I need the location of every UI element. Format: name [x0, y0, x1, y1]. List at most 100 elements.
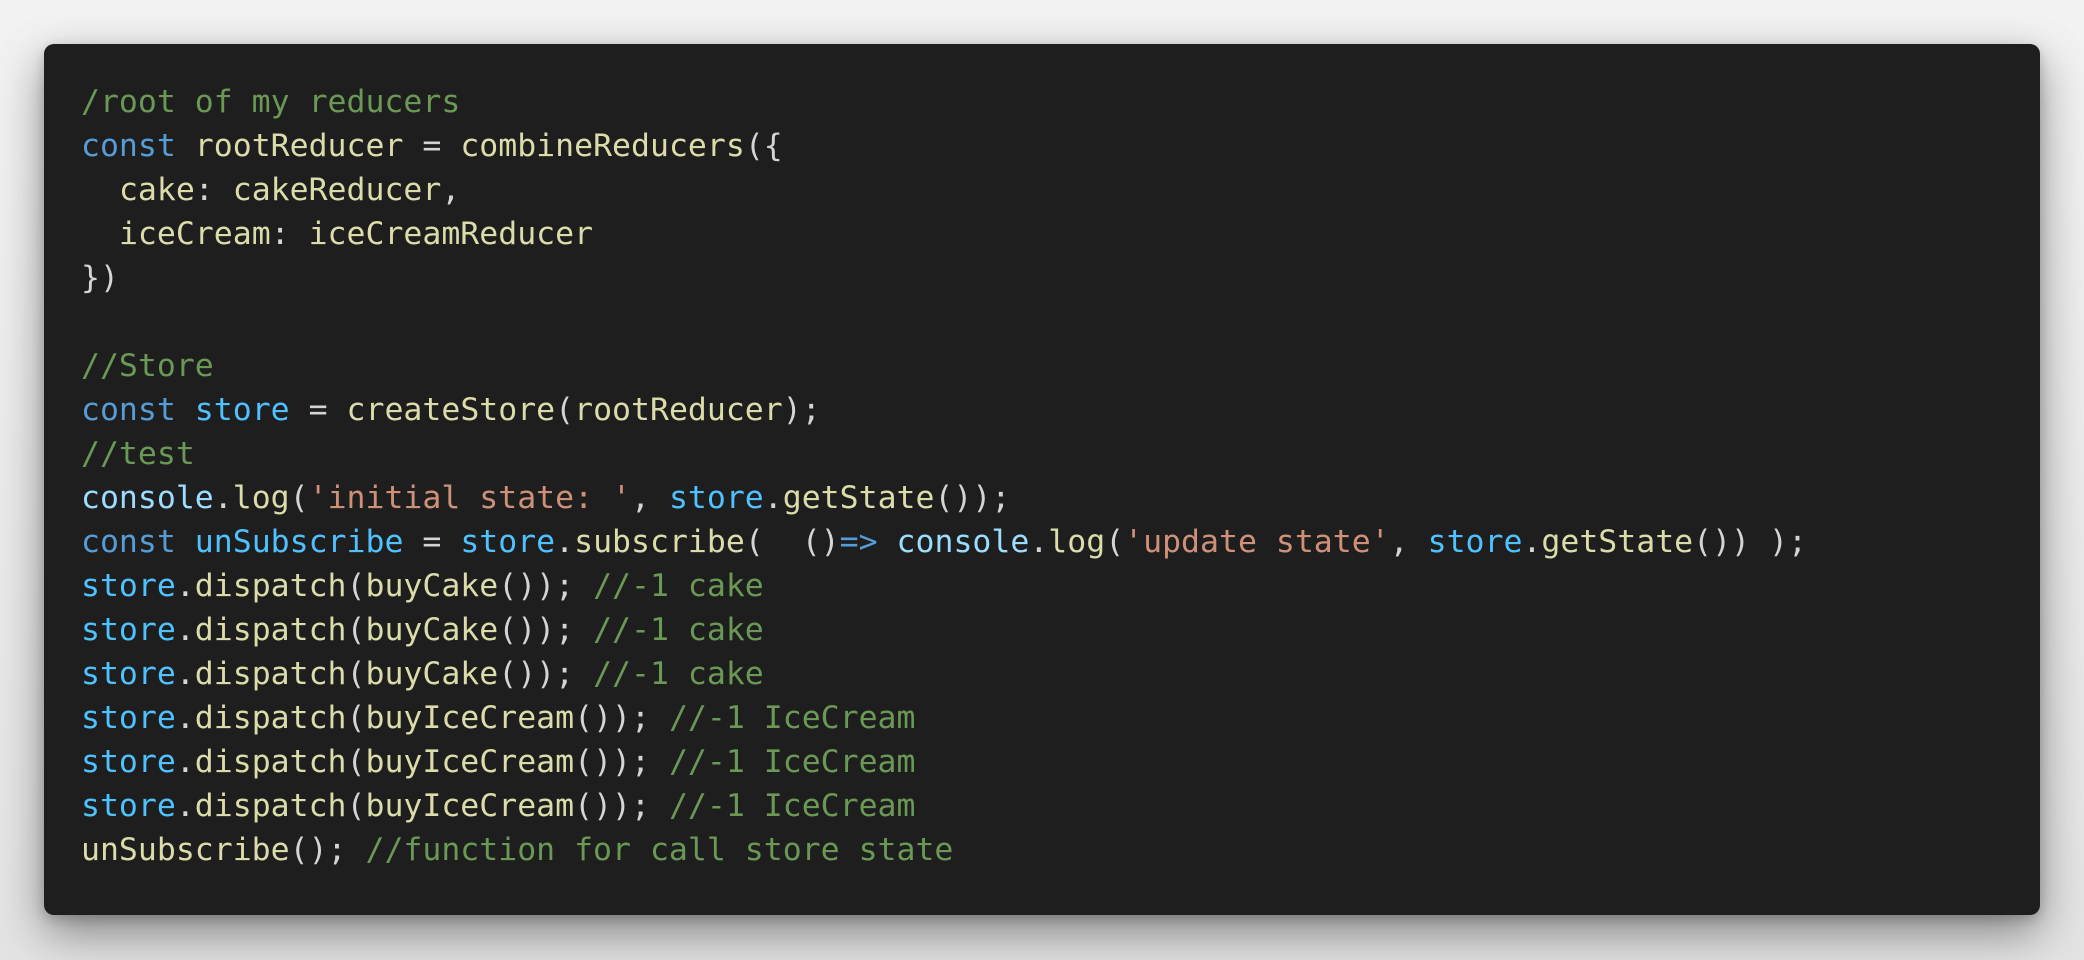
- code-token: ,: [1389, 524, 1428, 560]
- code-token: cakeReducer: [232, 172, 442, 208]
- code-token: .: [175, 656, 195, 692]
- code-line: unSubscribe(); //function for call store…: [81, 828, 1807, 872]
- code-token: ());: [574, 788, 669, 824]
- code-line: cake: cakeReducer,: [81, 168, 1807, 212]
- code-token: .: [175, 700, 195, 736]
- code-line: }): [81, 256, 1807, 300]
- code-token: (: [289, 480, 309, 516]
- code-token: combineReducers: [460, 128, 745, 164]
- code-token: dispatch: [194, 744, 347, 780]
- code-token: (: [346, 656, 366, 692]
- code-token: .: [175, 788, 195, 824]
- code-token: //-1 cake: [593, 656, 764, 692]
- code-token: //-1 cake: [593, 612, 764, 648]
- code-token: ());: [934, 480, 1011, 516]
- code-token: ());: [498, 656, 594, 692]
- code-token: cake: [118, 172, 195, 208]
- code-token: ();: [289, 832, 366, 868]
- code-token: //-1 IceCream: [668, 700, 916, 736]
- code-token: console: [896, 524, 1030, 560]
- code-token: //-1 IceCream: [668, 788, 916, 824]
- code-token: unSubscribe: [81, 832, 290, 868]
- code-token: store: [460, 524, 556, 560]
- code-token: ());: [498, 568, 594, 604]
- code-token: =: [403, 128, 461, 164]
- code-line: const rootReducer = combineReducers({: [81, 124, 1807, 168]
- code-line: const store = createStore(rootReducer);: [81, 388, 1807, 432]
- code-token: store: [81, 788, 176, 824]
- code-line: store.dispatch(buyCake()); //-1 cake: [81, 608, 1807, 652]
- code-line: //test: [81, 432, 1807, 476]
- code-token: ,: [441, 172, 461, 208]
- code-token: ({: [744, 128, 783, 164]
- code-token: store: [668, 480, 764, 516]
- code-token: ()) );: [1693, 524, 1807, 560]
- code-token: buyIceCream: [365, 700, 575, 736]
- code-token: :: [270, 216, 309, 252]
- code-line: console.log('initial state: ', store.get…: [81, 476, 1807, 520]
- code-token: iceCreamReducer: [308, 216, 594, 252]
- code-token: .: [175, 612, 195, 648]
- code-token: (: [346, 612, 366, 648]
- code-token: unSubscribe: [194, 524, 404, 560]
- code-token: getState: [1541, 524, 1694, 560]
- code-token: ());: [574, 700, 669, 736]
- code-token: //Store: [81, 348, 214, 384]
- code-token: :: [194, 172, 233, 208]
- code-token: iceCream: [118, 216, 271, 252]
- code-token: store: [81, 744, 176, 780]
- code-token: .: [213, 480, 233, 516]
- code-token: //test: [81, 436, 195, 472]
- code-line: store.dispatch(buyIceCream()); //-1 IceC…: [81, 784, 1807, 828]
- code-token: getState: [782, 480, 935, 516]
- code-token: rootReducer: [574, 392, 783, 428]
- code-token: ( (): [744, 524, 840, 560]
- code-token: }): [81, 260, 119, 296]
- code-token: store: [81, 700, 176, 736]
- code-token: (: [346, 568, 366, 604]
- code-token: (: [1105, 524, 1125, 560]
- code-token: log: [232, 480, 290, 516]
- code-token: dispatch: [194, 612, 347, 648]
- code-token: 'initial state: ': [308, 480, 632, 516]
- code-line: const unSubscribe = store.subscribe( ()=…: [81, 520, 1807, 564]
- code-token: =: [403, 524, 461, 560]
- code-token: createStore: [346, 392, 556, 428]
- code-line: iceCream: iceCreamReducer: [81, 212, 1807, 256]
- code-token: rootReducer: [194, 128, 404, 164]
- code-token: buyCake: [365, 656, 499, 692]
- code-token: const: [81, 392, 176, 428]
- code-token: 'update state': [1124, 524, 1390, 560]
- code-token: .: [1522, 524, 1542, 560]
- code-token: log: [1048, 524, 1106, 560]
- code-token: (: [346, 744, 366, 780]
- code-snippet-window: /root of my reducers const rootReducer = …: [44, 44, 2040, 915]
- code-token: .: [763, 480, 783, 516]
- code-token: .: [1029, 524, 1049, 560]
- code-token: store: [81, 568, 176, 604]
- code-token: buyCake: [365, 568, 499, 604]
- code-token: buyCake: [365, 612, 499, 648]
- code-token: ());: [574, 744, 669, 780]
- code-token: const: [81, 128, 176, 164]
- code-token: /root of my reducers: [81, 84, 461, 120]
- code-line: store.dispatch(buyIceCream()); //-1 IceC…: [81, 696, 1807, 740]
- code-token: .: [555, 524, 575, 560]
- code-token: ,: [631, 480, 669, 516]
- code-token: const: [81, 524, 176, 560]
- code-token: (: [346, 700, 366, 736]
- code-token: store: [81, 656, 176, 692]
- code-token: (: [346, 788, 366, 824]
- code-token: =: [289, 392, 347, 428]
- code-token: store: [194, 392, 290, 428]
- code-token: store: [1427, 524, 1523, 560]
- code-token: ());: [498, 612, 594, 648]
- code-token: (: [555, 392, 575, 428]
- code-token: console: [81, 480, 214, 516]
